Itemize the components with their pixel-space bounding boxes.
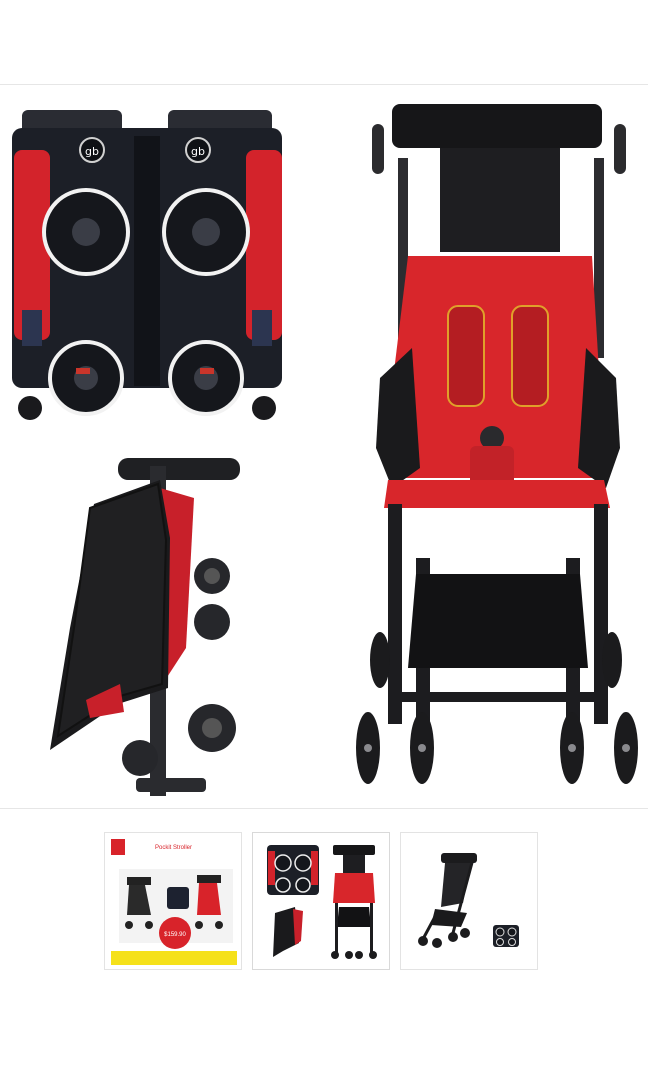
thumbnail-2[interactable]	[252, 832, 390, 970]
stroller-promo-thumbnail: Pockit Stroller $159.90	[105, 833, 241, 969]
promo-price: $159.90	[164, 932, 186, 938]
divider-gallery	[0, 808, 648, 809]
top-spacer	[0, 0, 648, 82]
thumbnail-1[interactable]: Pockit Stroller $159.90	[104, 832, 242, 970]
folded-stroller-top-view: gb gb	[12, 110, 282, 420]
svg-text:gb: gb	[191, 145, 205, 158]
promo-banner	[111, 951, 237, 965]
stroller-black-thumbnail	[401, 833, 537, 969]
stroller-product-photo: gb gb	[12, 104, 638, 796]
thumbnail-strip: Pockit Stroller $159.90	[0, 832, 648, 974]
unfolded-stroller	[356, 104, 638, 784]
main-product-image[interactable]: gb gb	[0, 88, 648, 806]
stroller-folded-views-thumbnail	[253, 833, 389, 969]
divider-top	[0, 84, 648, 85]
thumbnail-3[interactable]	[400, 832, 538, 970]
svg-text:gb: gb	[85, 145, 99, 158]
promo-title: Pockit Stroller	[155, 845, 192, 851]
folded-stroller-side-view	[50, 458, 240, 796]
